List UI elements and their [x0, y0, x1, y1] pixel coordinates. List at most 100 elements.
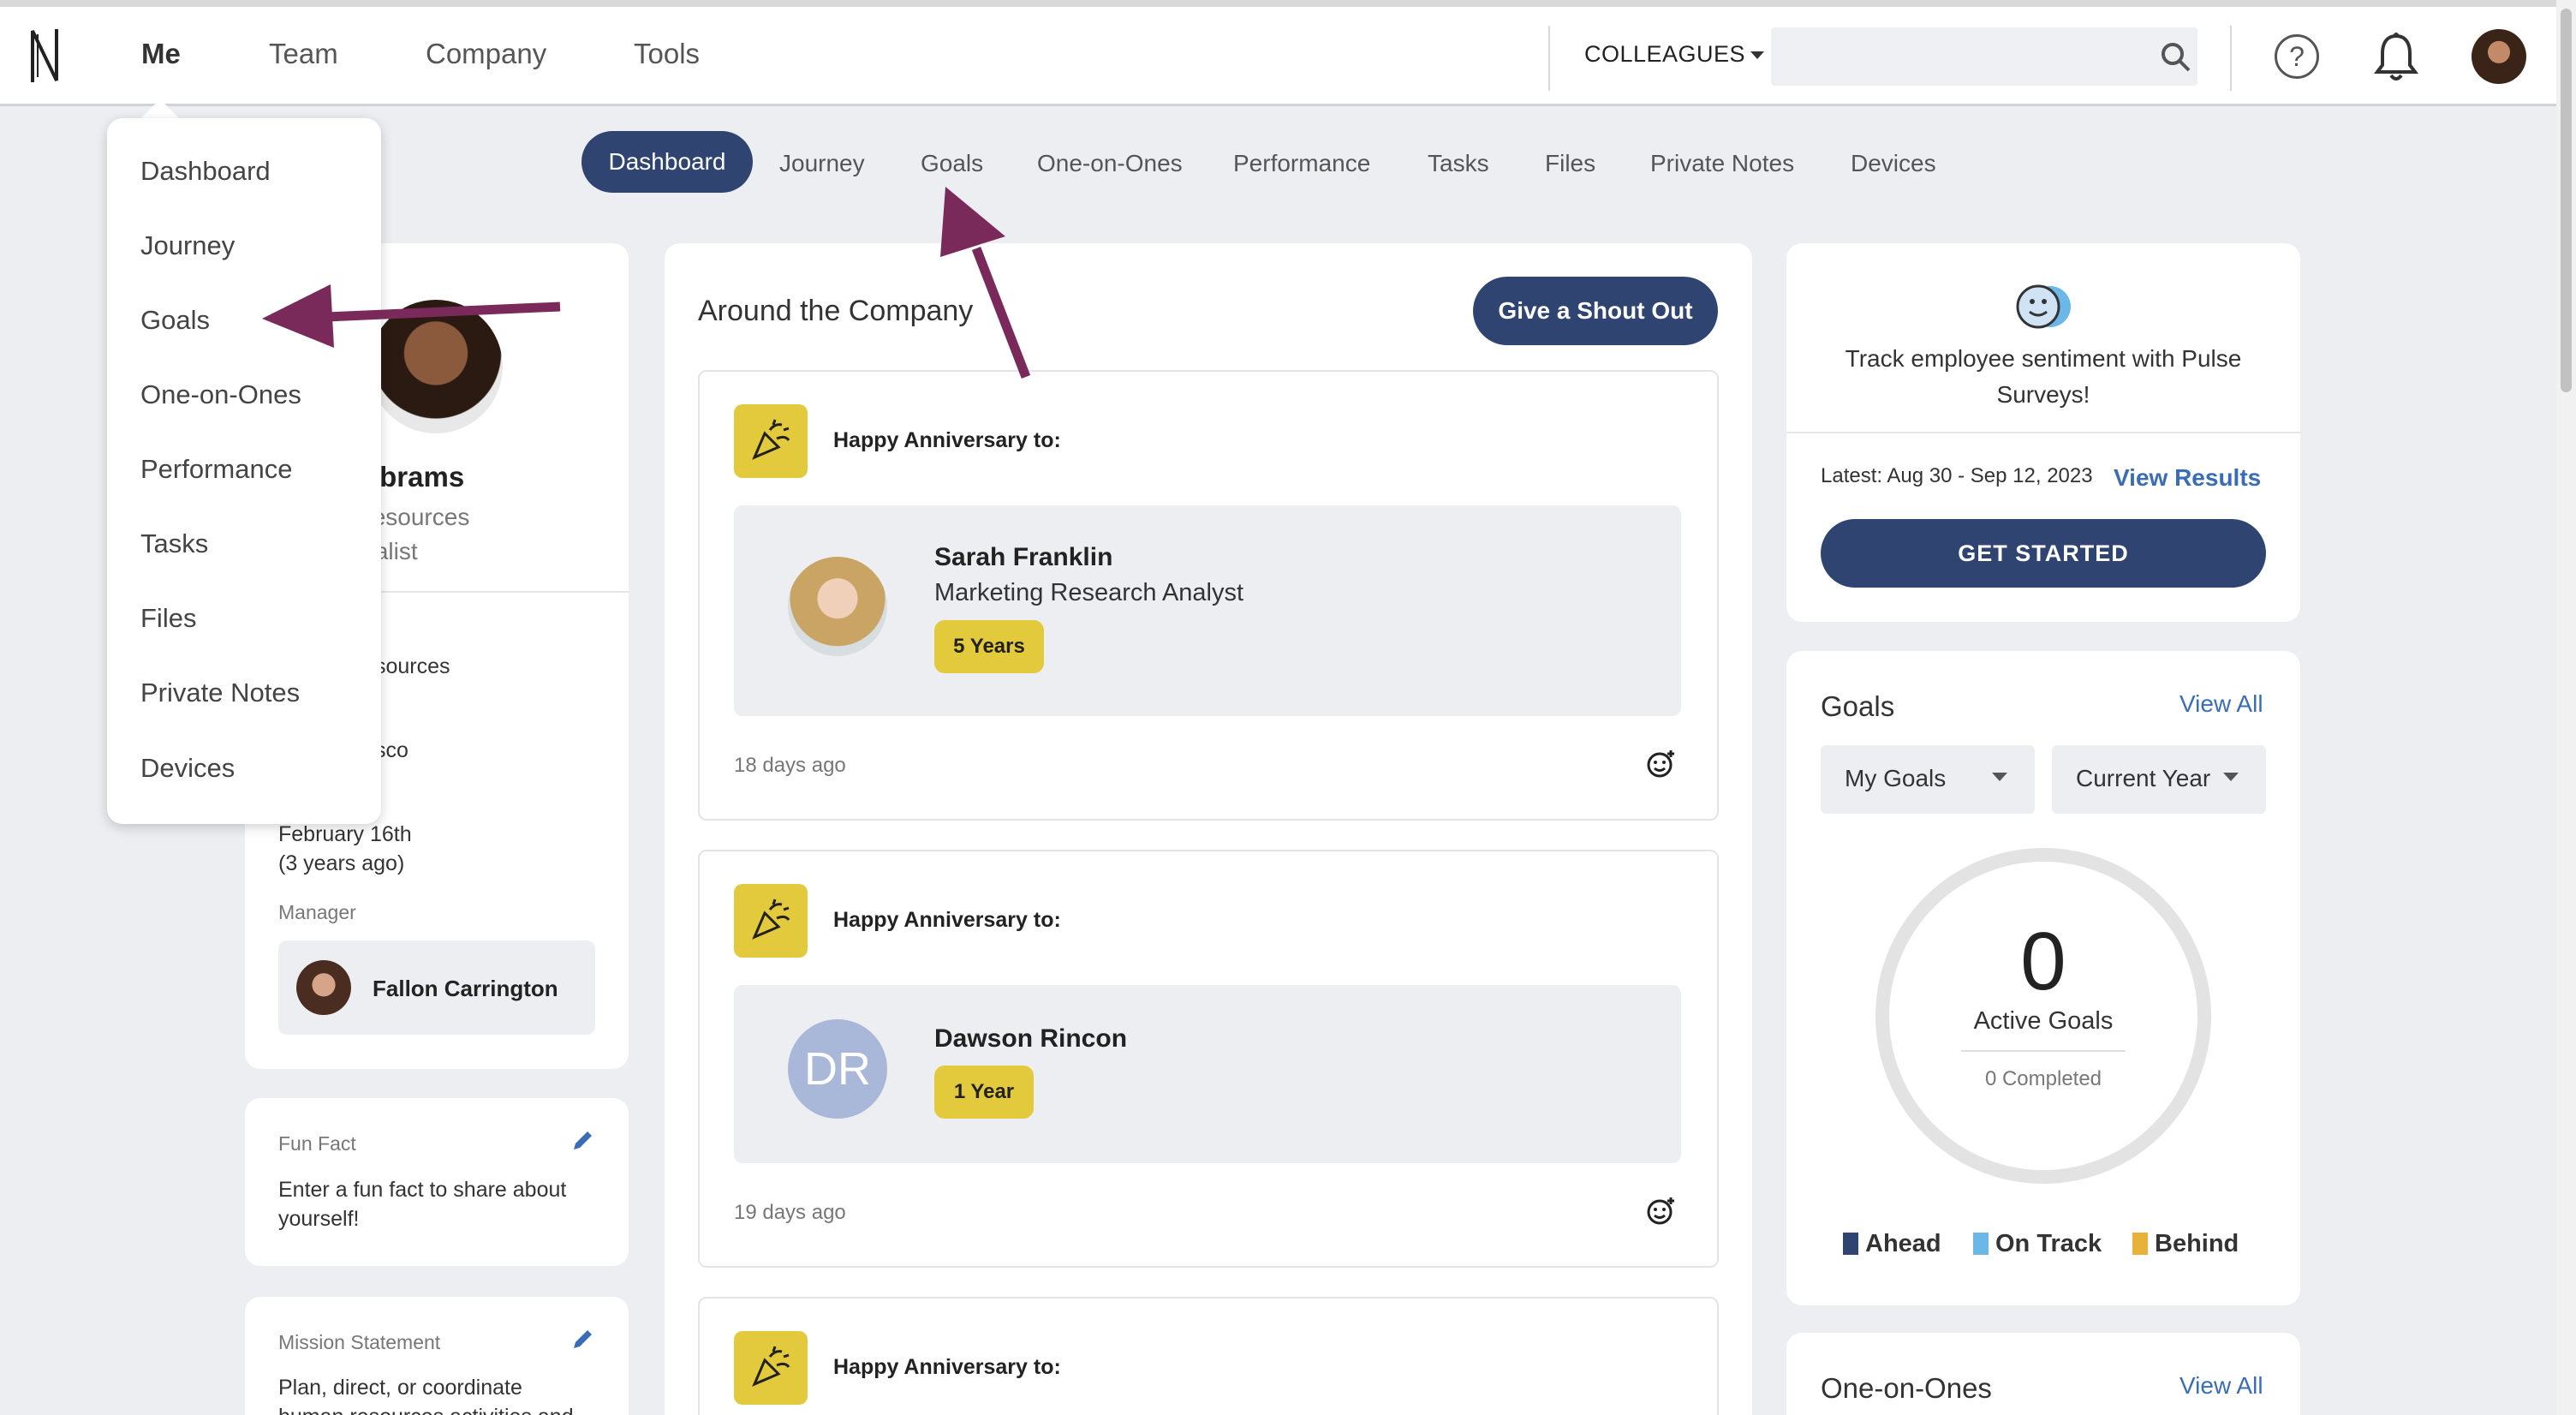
legend-on-track-label: On Track: [1995, 1230, 2102, 1257]
nav-divider: [2230, 26, 2232, 91]
active-goals-label: Active Goals: [1973, 1007, 2114, 1035]
post-timestamp: 19 days ago: [734, 1201, 846, 1224]
party-popper-svg: [752, 899, 790, 940]
scrollbar-thumb[interactable]: [2561, 9, 2572, 392]
app-logo-icon[interactable]: [27, 26, 62, 86]
my-goals-select-value: My Goals: [1845, 765, 1947, 791]
legend-behind-label: Behind: [2155, 1230, 2239, 1257]
mission-text-line2: human resources activities and: [278, 1405, 574, 1415]
menu-item-tasks[interactable]: Tasks: [140, 528, 208, 559]
menu-item-devices[interactable]: Devices: [140, 753, 235, 784]
smiley-faces-icon: [2016, 284, 2071, 329]
topnav-me[interactable]: Me: [141, 38, 181, 70]
goals-divider: [1961, 1050, 2126, 1052]
chevron-down-icon: [2223, 773, 2239, 781]
view-results-link[interactable]: View Results: [2114, 464, 2261, 492]
colleagues-label: COLLEAGUES: [1584, 41, 1746, 67]
colleagues-dropdown[interactable]: COLLEAGUES: [1584, 41, 1765, 68]
manager-label: Manager: [278, 901, 356, 923]
party-popper-icon: [734, 884, 808, 958]
bell-icon[interactable]: [2372, 31, 2420, 82]
post-timestamp: 18 days ago: [734, 754, 846, 777]
party-popper-svg: [752, 1346, 790, 1387]
edit-pencil-icon[interactable]: [570, 1127, 596, 1153]
goals-title: Goals: [1821, 690, 1895, 722]
add-reaction-icon[interactable]: [1646, 1196, 1677, 1227]
active-goals-count: 0: [2020, 916, 2066, 1007]
get-started-button[interactable]: GET STARTED: [1821, 519, 2266, 588]
start-date: February 16th: [278, 822, 412, 846]
topnav-company[interactable]: Company: [426, 38, 546, 70]
legend-swatch-behind: [2132, 1233, 2148, 1255]
menu-item-files[interactable]: Files: [140, 603, 196, 634]
employee-name: Sarah Franklin: [934, 543, 1113, 571]
menu-item-journey[interactable]: Journey: [140, 230, 235, 261]
menu-item-goals[interactable]: Goals: [140, 305, 210, 336]
chevron-down-icon: [1750, 51, 1765, 60]
employee-name: Dawson Rincon: [934, 1024, 1128, 1053]
tab-performance[interactable]: Performance: [1233, 150, 1370, 177]
pulse-latest-range: Latest: Aug 30 - Sep 12, 2023: [1821, 464, 2093, 487]
tab-private-notes[interactable]: Private Notes: [1650, 150, 1794, 177]
my-goals-select[interactable]: My Goals: [1821, 745, 2035, 814]
add-reaction-icon[interactable]: [1646, 749, 1677, 779]
legend-swatch-ahead: [1843, 1233, 1858, 1255]
tab-goals[interactable]: Goals: [921, 150, 983, 177]
tab-dashboard[interactable]: Dashboard: [581, 131, 753, 193]
topnav-tools[interactable]: Tools: [634, 38, 700, 70]
mission-label: Mission Statement: [278, 1331, 441, 1353]
anniversary-heading: Happy Anniversary to:: [833, 1355, 1061, 1379]
legend-ahead-label: Ahead: [1865, 1230, 1941, 1257]
search-icon[interactable]: [2160, 41, 2192, 74]
start-date-relative: (3 years ago): [278, 851, 405, 875]
employee-role: Marketing Research Analyst: [934, 579, 1244, 606]
search-input[interactable]: [1771, 27, 2197, 86]
tab-journey[interactable]: Journey: [779, 150, 865, 177]
legend-behind: Behind: [2132, 1230, 2239, 1258]
party-popper-icon: [734, 1331, 808, 1405]
help-icon[interactable]: ?: [2275, 34, 2319, 79]
tab-tasks[interactable]: Tasks: [1428, 150, 1489, 177]
employee-avatar: [788, 557, 887, 656]
years-badge: 5 Years: [934, 620, 1044, 673]
year-select[interactable]: Current Year: [2052, 745, 2266, 814]
give-shout-out-button[interactable]: Give a Shout Out: [1473, 277, 1718, 345]
legend-on-track: On Track: [1973, 1230, 2102, 1258]
party-popper-svg: [752, 419, 790, 460]
menu-item-performance[interactable]: Performance: [140, 454, 292, 485]
fun-fact-text: Enter a fun fact to share about yourself…: [278, 1178, 567, 1231]
mission-text-line1: Plan, direct, or coordinate: [278, 1376, 522, 1400]
anniversary-heading: Happy Anniversary to:: [833, 908, 1061, 932]
user-avatar[interactable]: [2472, 29, 2526, 84]
pulse-divider: [1786, 432, 2300, 433]
tab-files[interactable]: Files: [1545, 150, 1595, 177]
menu-item-private-notes[interactable]: Private Notes: [140, 678, 300, 708]
pulse-text-line1: Track employee sentiment with Pulse: [1845, 345, 2242, 372]
years-badge: 1 Year: [934, 1066, 1034, 1119]
menu-item-one-on-ones[interactable]: One-on-Ones: [140, 379, 301, 410]
goals-view-all-link[interactable]: View All: [2179, 690, 2263, 718]
department-value: sources: [375, 654, 450, 678]
legend-ahead: Ahead: [1843, 1230, 1941, 1258]
nav-divider: [1548, 26, 1550, 91]
completed-goals: 0 Completed: [1984, 1067, 2102, 1090]
legend-swatch-on-track: [1973, 1233, 1989, 1255]
manager-avatar: [296, 960, 351, 1015]
tab-one-on-ones[interactable]: One-on-Ones: [1037, 150, 1183, 177]
menu-item-dashboard[interactable]: Dashboard: [140, 156, 271, 187]
employee-initials-avatar: DR: [788, 1019, 887, 1119]
manager-name: Fallon Carrington: [373, 976, 558, 1001]
profile-photo: [369, 300, 503, 433]
pulse-text-line2: Surveys!: [1996, 381, 2090, 408]
one-on-ones-title: One-on-Ones: [1821, 1372, 1992, 1404]
feed-title: Around the Company: [698, 295, 974, 327]
tab-devices[interactable]: Devices: [1851, 150, 1936, 177]
one-on-ones-view-all-link[interactable]: View All: [2179, 1372, 2263, 1400]
pulse-text: Track employee sentiment with Pulse Surve…: [1786, 341, 2300, 413]
year-select-value: Current Year: [2076, 765, 2211, 791]
chevron-down-icon: [1992, 773, 2007, 781]
edit-pencil-icon[interactable]: [570, 1326, 596, 1352]
topnav-team[interactable]: Team: [269, 38, 338, 70]
anniversary-heading: Happy Anniversary to:: [833, 428, 1061, 452]
fun-fact-label: Fun Fact: [278, 1132, 356, 1155]
